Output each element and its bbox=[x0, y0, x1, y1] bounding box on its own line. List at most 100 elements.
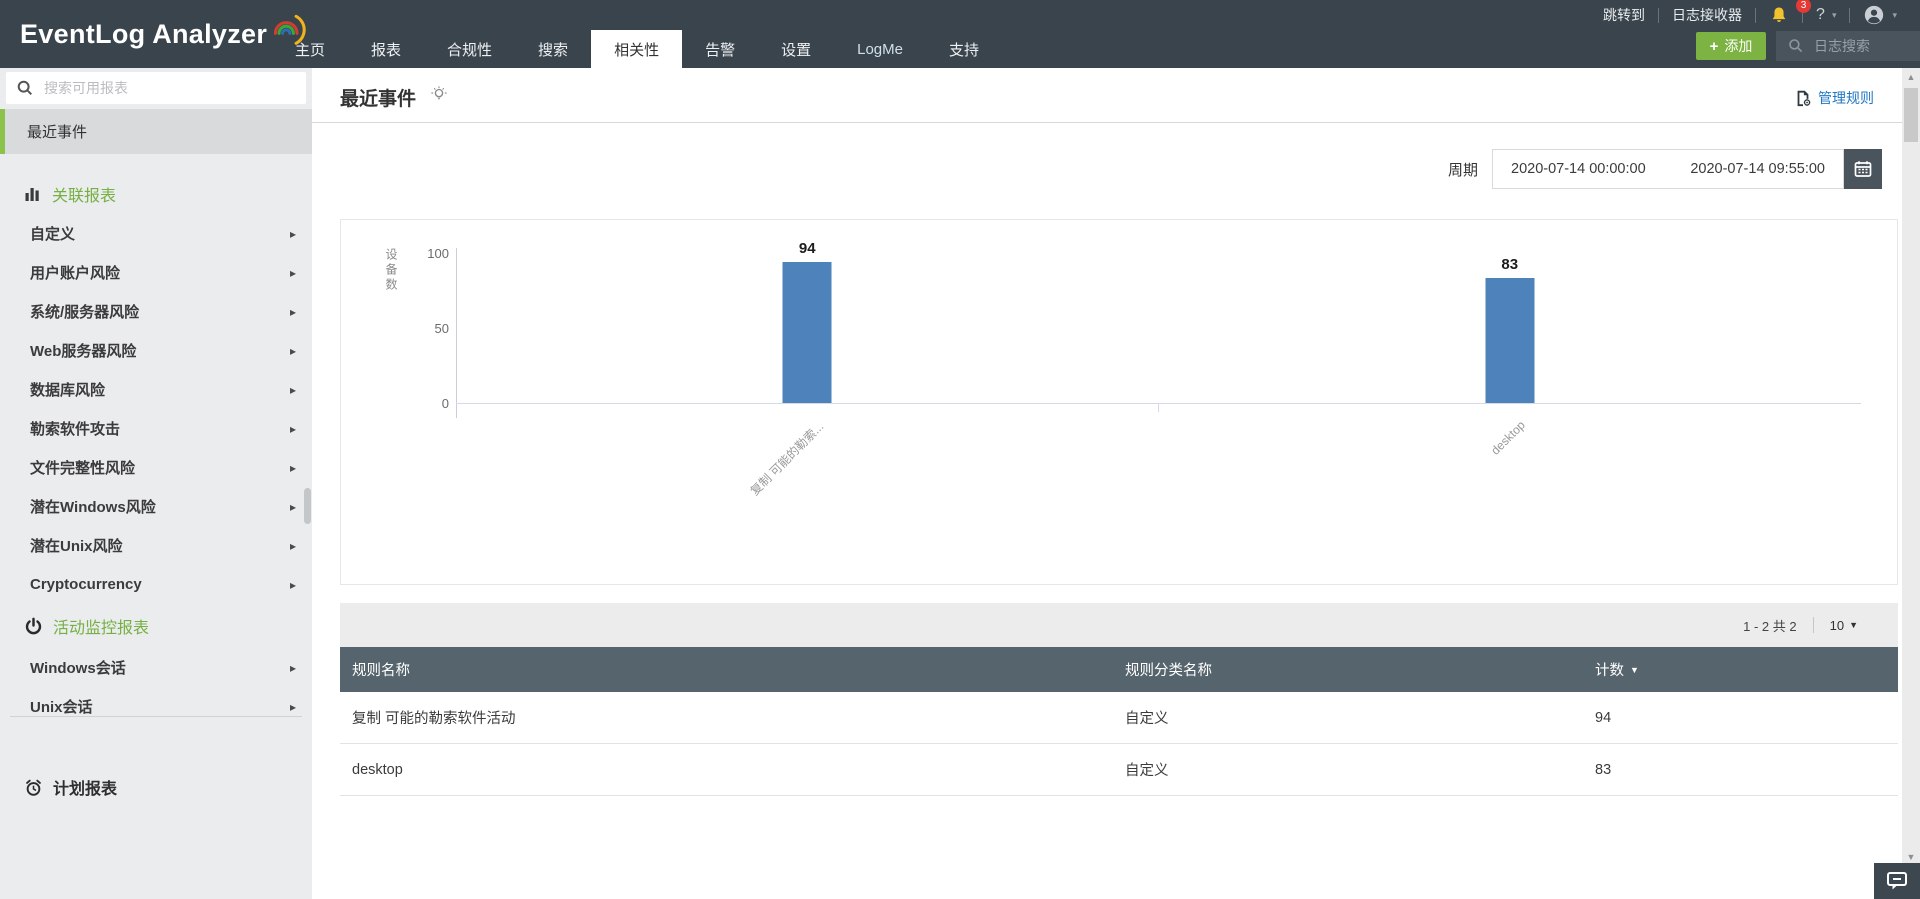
tab-correlation[interactable]: 相关性 bbox=[591, 30, 683, 68]
sidebar-item-potential-unix-risk[interactable]: 潜在Unix风险 ▸ bbox=[0, 526, 312, 565]
scroll-down-arrow[interactable]: ▼ bbox=[1902, 852, 1920, 862]
chevron-right-icon: ▸ bbox=[289, 699, 296, 714]
period-row: 周期 2020-07-14 00:00:00 2020-07-14 09:55:… bbox=[312, 149, 1882, 189]
notifications-button[interactable]: 3 bbox=[1756, 0, 1812, 25]
scroll-up-arrow[interactable]: ▲ bbox=[1902, 72, 1920, 82]
report-search-box[interactable] bbox=[6, 72, 306, 104]
report-search-input[interactable] bbox=[44, 80, 284, 96]
tab-support[interactable]: 支持 bbox=[926, 30, 1002, 68]
tab-search[interactable]: 搜索 bbox=[515, 30, 591, 68]
item-label: Windows会话 bbox=[30, 660, 126, 677]
divider bbox=[312, 122, 1902, 123]
bar-chart-panel: 设备数 100 50 0 94 83 复制 可能的勒索... desktop bbox=[340, 219, 1898, 585]
section-correlation-reports[interactable]: 关联报表 bbox=[0, 174, 312, 214]
column-header-label: 计数 bbox=[1595, 663, 1624, 679]
chevron-right-icon: ▸ bbox=[289, 499, 296, 514]
sidebar-item-potential-windows-risk[interactable]: 潜在Windows风险 ▸ bbox=[0, 487, 312, 526]
sidebar-item-web-server-risk[interactable]: Web服务器风险 ▸ bbox=[0, 331, 312, 370]
sidebar-item-file-integrity-risk[interactable]: 文件完整性风险 ▸ bbox=[0, 448, 312, 487]
column-header-rule-category[interactable]: 规则分类名称 bbox=[1125, 659, 1595, 680]
tab-compliance[interactable]: 合规性 bbox=[424, 30, 515, 68]
help-menu[interactable]: ? ▾ bbox=[1803, 6, 1849, 24]
item-label: 数据库风险 bbox=[30, 382, 106, 399]
column-header-count[interactable]: 计数 ▼ bbox=[1595, 659, 1898, 680]
jump-to-link[interactable]: 跳转到 bbox=[1590, 5, 1658, 25]
chart-bar-desktop[interactable] bbox=[1485, 278, 1535, 403]
item-label: 系统/服务器风险 bbox=[30, 304, 140, 321]
section-label: 活动监控报表 bbox=[53, 620, 150, 637]
chart-bar-ransomware[interactable] bbox=[782, 262, 832, 403]
sidebar-item-system-server-risk[interactable]: 系统/服务器风险 ▸ bbox=[0, 292, 312, 331]
app-logo-text: EventLog Analyzer bbox=[20, 18, 268, 49]
y-axis-label: 设备数 bbox=[384, 248, 398, 293]
cell-rule-name: 复制 可能的勒索软件活动 bbox=[352, 711, 516, 727]
chevron-right-icon: ▸ bbox=[289, 660, 296, 675]
tab-logme[interactable]: LogMe bbox=[834, 30, 926, 68]
sidebar-item-user-account-risk[interactable]: 用户账户风险 ▸ bbox=[0, 253, 312, 292]
chart-bar-group: 94 bbox=[782, 220, 832, 403]
period-range-field[interactable]: 2020-07-14 00:00:00 2020-07-14 09:55:00 bbox=[1492, 149, 1844, 189]
period-from-value: 2020-07-14 00:00:00 bbox=[1511, 161, 1646, 177]
calendar-button[interactable] bbox=[1844, 149, 1882, 189]
bell-icon bbox=[1772, 7, 1786, 23]
tab-settings[interactable]: 设置 bbox=[758, 30, 834, 68]
sidebar-item-custom[interactable]: 自定义 ▸ bbox=[0, 214, 312, 253]
table-header-row: 规则名称 规则分类名称 计数 ▼ bbox=[340, 647, 1898, 692]
chevron-right-icon: ▸ bbox=[289, 421, 296, 436]
chevron-right-icon: ▸ bbox=[289, 304, 296, 319]
section-activity-monitoring-reports[interactable]: 活动监控报表 bbox=[0, 604, 312, 648]
sidebar-collapse-handle[interactable] bbox=[304, 488, 311, 524]
tab-alerts[interactable]: 告警 bbox=[682, 30, 758, 68]
sidebar-item-windows-sessions[interactable]: Windows会话 ▸ bbox=[0, 648, 312, 687]
main-scrollbar[interactable]: ▲ ▼ bbox=[1902, 68, 1920, 866]
chat-bubble-icon bbox=[1887, 872, 1907, 890]
sidebar-item-database-risk[interactable]: 数据库风险 ▸ bbox=[0, 370, 312, 409]
table-row[interactable]: desktop 自定义 83 bbox=[340, 744, 1898, 796]
y-tick-0: 0 bbox=[441, 396, 449, 411]
main-content: 最近事件 管理规则 周期 2020-07-14 00:00:00 2020-07… bbox=[312, 68, 1902, 899]
bar-value-label: 94 bbox=[798, 240, 816, 257]
feedback-button[interactable] bbox=[1874, 863, 1920, 899]
help-label: ? bbox=[1816, 6, 1825, 23]
main-nav: 主页 报表 合规性 搜索 相关性 告警 设置 LogMe 支持 bbox=[272, 30, 1002, 68]
table-row[interactable]: 复制 可能的勒索软件活动 自定义 94 bbox=[340, 692, 1898, 744]
sidebar-item-cryptocurrency[interactable]: Cryptocurrency ▸ bbox=[0, 565, 312, 604]
tab-reports[interactable]: 报表 bbox=[348, 30, 424, 68]
chevron-right-icon: ▸ bbox=[289, 265, 296, 280]
chevron-right-icon: ▸ bbox=[289, 343, 296, 358]
add-button[interactable]: + 添加 bbox=[1696, 32, 1766, 60]
y-axis-line bbox=[456, 248, 457, 418]
scrollbar-thumb[interactable] bbox=[1904, 88, 1918, 142]
divider bbox=[1812, 617, 1814, 633]
user-menu[interactable]: ▾ bbox=[1850, 4, 1910, 26]
item-label: 自定义 bbox=[30, 226, 76, 243]
alarm-clock-icon bbox=[26, 779, 41, 796]
manage-rules-link[interactable]: 管理规则 bbox=[1794, 88, 1874, 108]
cell-count: 83 bbox=[1595, 761, 1612, 778]
app-logo[interactable]: EventLog Analyzer bbox=[20, 0, 306, 68]
calendar-icon bbox=[1854, 161, 1872, 177]
tab-home[interactable]: 主页 bbox=[272, 30, 348, 68]
chevron-down-icon: ▾ bbox=[1892, 9, 1897, 20]
rules-table: 规则名称 规则分类名称 计数 ▼ 复制 可能的勒索软件活动 自定义 94 des… bbox=[340, 647, 1898, 796]
top-bar: EventLog Analyzer 主页 报表 合规性 搜索 相关性 告警 设置… bbox=[0, 0, 1920, 68]
log-receiver-link[interactable]: 日志接收器 bbox=[1659, 5, 1755, 25]
page-size-dropdown[interactable]: 10 ▼ bbox=[1830, 618, 1858, 633]
period-label: 周期 bbox=[1447, 161, 1478, 179]
sidebar-item-scheduled-reports[interactable]: 计划报表 bbox=[0, 767, 312, 807]
item-label: 勒索软件攻击 bbox=[30, 421, 121, 438]
cell-rule-name: desktop bbox=[352, 761, 403, 778]
chevron-right-icon: ▸ bbox=[289, 577, 296, 592]
item-label: 潜在Unix风险 bbox=[30, 538, 123, 555]
log-search-box[interactable] bbox=[1776, 31, 1920, 61]
sidebar-item-recent-events[interactable]: 最近事件 bbox=[0, 109, 312, 154]
search-icon bbox=[17, 80, 33, 96]
chevron-right-icon: ▸ bbox=[289, 226, 296, 241]
sidebar-item-unix-sessions[interactable]: Unix会话 ▸ bbox=[0, 687, 312, 716]
sidebar-item-ransomware-attack[interactable]: 勒索软件攻击 ▸ bbox=[0, 409, 312, 448]
lightbulb-icon[interactable] bbox=[430, 85, 448, 103]
log-search-input[interactable] bbox=[1814, 38, 1910, 54]
column-header-rule-name[interactable]: 规则名称 bbox=[340, 659, 1125, 680]
sidebar-divider bbox=[10, 716, 302, 717]
pagination-bar: 1 - 2 共 2 10 ▼ bbox=[340, 603, 1898, 647]
